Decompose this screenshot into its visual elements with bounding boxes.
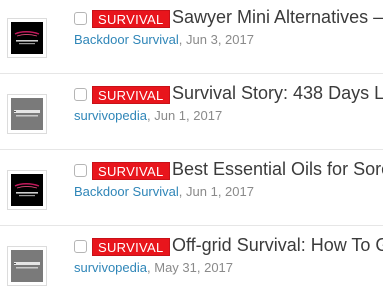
article-title[interactable]: Sawyer Mini Alternatives –: [172, 7, 383, 28]
article-title[interactable]: Best Essential Oils for Sore Muscles: [172, 159, 383, 180]
survivopedia-logo-icon: [11, 98, 43, 130]
feed-item[interactable]: SURVIVAL Off-grid Survival: How To Get W…: [0, 226, 383, 300]
meta-separator: ,: [178, 32, 187, 47]
article-date: Jun 1, 2017: [154, 108, 223, 123]
select-checkbox[interactable]: [74, 12, 87, 25]
meta-separator: ,: [178, 184, 187, 199]
article-date: Jun 1, 2017: [186, 184, 254, 199]
article-meta: Backdoor Survival, Jun 1, 2017: [74, 184, 254, 199]
article-date: Jun 3, 2017: [186, 32, 254, 47]
source-link[interactable]: survivopedia: [74, 108, 147, 123]
feed-item[interactable]: SURVIVAL Survival Story: 438 Days Lost a…: [0, 74, 383, 150]
feed-item[interactable]: SURVIVAL Sawyer Mini Alternatives – Back…: [0, 0, 383, 74]
source-link[interactable]: survivopedia: [74, 260, 147, 275]
article-feed: SURVIVAL Sawyer Mini Alternatives – Back…: [0, 0, 383, 300]
backdoor-survival-logo-icon: [11, 22, 43, 54]
select-checkbox[interactable]: [74, 88, 87, 101]
category-tag[interactable]: SURVIVAL: [92, 86, 170, 104]
survivopedia-logo-icon: [11, 250, 43, 282]
article-title[interactable]: Off-grid Survival: How To Get Water: [172, 235, 383, 256]
feed-item[interactable]: SURVIVAL Best Essential Oils for Sore Mu…: [0, 150, 383, 226]
article-meta: survivopedia, Jun 1, 2017: [74, 108, 222, 123]
category-tag[interactable]: SURVIVAL: [92, 238, 170, 256]
backdoor-survival-logo-icon: [11, 174, 43, 206]
select-checkbox[interactable]: [74, 240, 87, 253]
article-date: May 31, 2017: [154, 260, 234, 275]
source-thumbnail[interactable]: [7, 18, 47, 58]
source-thumbnail[interactable]: [7, 94, 47, 134]
category-tag[interactable]: SURVIVAL: [92, 162, 170, 180]
source-link[interactable]: Backdoor Survival: [74, 32, 179, 47]
article-title[interactable]: Survival Story: 438 Days Lost at Sea: [172, 83, 383, 104]
category-tag[interactable]: SURVIVAL: [92, 10, 170, 28]
select-checkbox[interactable]: [74, 164, 87, 177]
source-link[interactable]: Backdoor Survival: [74, 184, 179, 199]
source-thumbnail[interactable]: [7, 170, 47, 210]
article-meta: survivopedia, May 31, 2017: [74, 260, 233, 275]
source-thumbnail[interactable]: [7, 246, 47, 286]
article-meta: Backdoor Survival, Jun 3, 2017: [74, 32, 254, 47]
